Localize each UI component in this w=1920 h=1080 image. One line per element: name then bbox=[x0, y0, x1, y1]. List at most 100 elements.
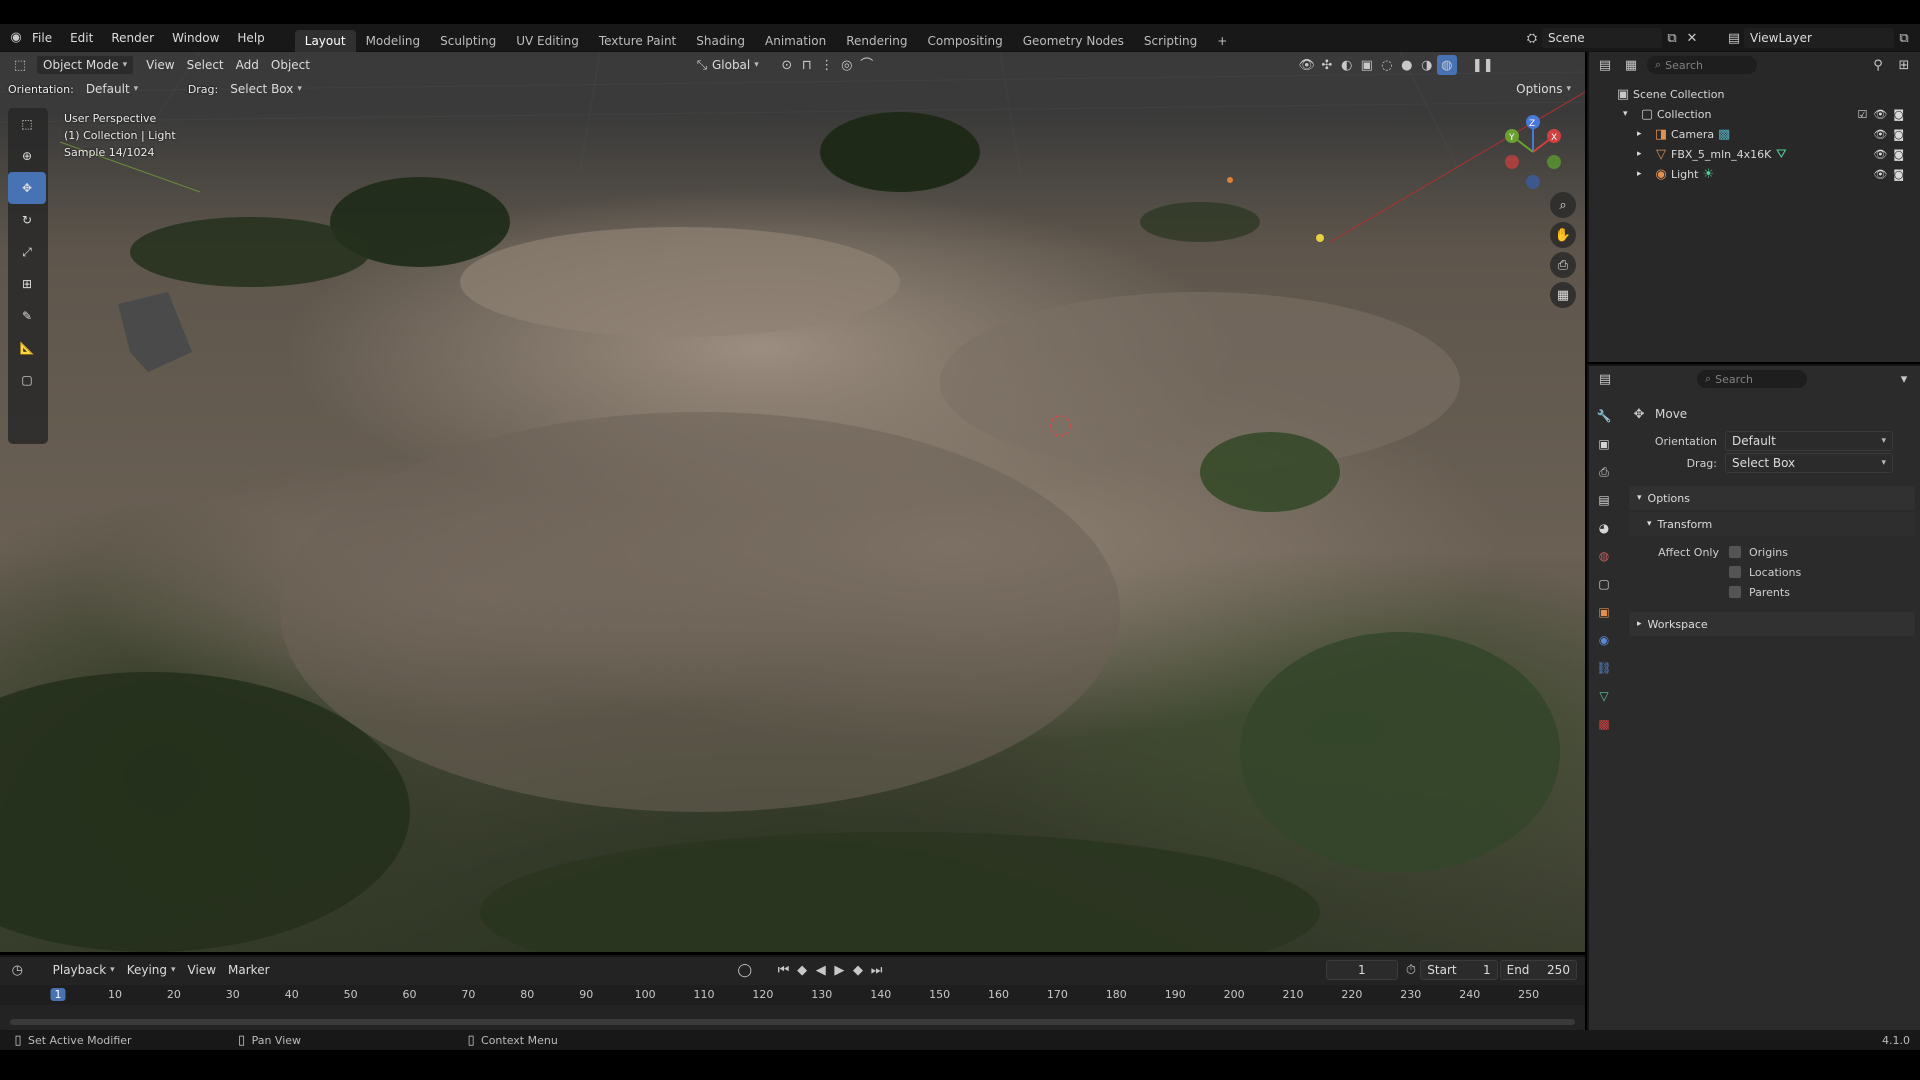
measure-tool[interactable]: 📐 bbox=[8, 332, 46, 364]
properties-search-input[interactable]: ⌕ Search bbox=[1697, 370, 1807, 388]
outliner-item-camera[interactable]: ▸ ◨ Camera ▩ 👁◙ bbox=[1613, 124, 1920, 144]
menu-add[interactable]: Add bbox=[230, 55, 265, 75]
frame-ruler[interactable]: 1 10 20 30 40 50 60 70 80 90 100 110 120 130 140 150 160… bbox=[0, 985, 1585, 1005]
pause-render-icon[interactable]: ❚❚ bbox=[1472, 55, 1494, 75]
transform-orientation-selector[interactable]: ⤡ Global ▾ bbox=[686, 55, 765, 75]
current-frame-field[interactable]: 1 bbox=[1325, 960, 1398, 980]
add-cube-tool[interactable]: ▢ bbox=[8, 364, 46, 396]
collection-row[interactable]: ▾ ▢ Collection ☑👁◙ bbox=[1613, 104, 1920, 124]
snap-target-icon[interactable]: ⋮ bbox=[817, 55, 837, 75]
add-workspace-button[interactable]: + bbox=[1207, 30, 1237, 52]
output-tab-icon[interactable]: ⎙ bbox=[1589, 458, 1619, 486]
select-box-tool[interactable]: ⬚ bbox=[8, 108, 46, 140]
camera-toggles[interactable]: 👁◙ bbox=[1873, 128, 1910, 141]
jump-start-icon[interactable]: ⏮ bbox=[774, 960, 793, 980]
3d-viewport[interactable]: User Perspective (1) Collection | Light … bbox=[0, 52, 1585, 952]
tool-tab-icon[interactable]: 🔧 bbox=[1589, 402, 1619, 430]
tool-drag-dropdown[interactable]: Select Box ▾ bbox=[1725, 453, 1893, 473]
scene-name-field[interactable]: Scene bbox=[1542, 28, 1662, 48]
annotate-tool[interactable]: ✎ bbox=[8, 300, 46, 332]
tab-uv-editing[interactable]: UV Editing bbox=[506, 30, 589, 52]
menu-help[interactable]: Help bbox=[231, 28, 270, 48]
mode-selector[interactable]: Object Mode ▾ bbox=[36, 55, 135, 75]
clock-icon[interactable]: ⏱ bbox=[1402, 960, 1421, 980]
editor-type-icon[interactable]: ⬚ bbox=[10, 55, 30, 75]
next-keyframe-icon[interactable]: ◆ bbox=[849, 960, 868, 980]
copy-scene-icon[interactable]: ⧉ bbox=[1662, 28, 1682, 48]
start-frame-field[interactable]: Start 1 bbox=[1420, 960, 1498, 980]
wireframe-shading-icon[interactable]: ◌ bbox=[1377, 55, 1397, 75]
tab-modeling[interactable]: Modeling bbox=[356, 30, 431, 52]
menu-object[interactable]: Object bbox=[265, 55, 316, 75]
material-shading-icon[interactable]: ◑ bbox=[1417, 55, 1437, 75]
options-section-header[interactable]: ▾ Options bbox=[1629, 486, 1915, 510]
scale-tool[interactable]: ⤢ bbox=[8, 236, 46, 268]
tab-rendering[interactable]: Rendering bbox=[836, 30, 917, 52]
jump-end-icon[interactable]: ⏭ bbox=[867, 960, 886, 980]
chevron-right-icon[interactable]: ▸ bbox=[1637, 149, 1651, 159]
tab-geometry-nodes[interactable]: Geometry Nodes bbox=[1013, 30, 1134, 52]
rotate-tool[interactable]: ↻ bbox=[8, 204, 46, 236]
new-collection-icon[interactable]: ⊞ bbox=[1894, 55, 1914, 75]
physics-tab-icon[interactable]: ◉ bbox=[1589, 626, 1619, 654]
editor-type-icon[interactable]: ◷ bbox=[8, 960, 27, 980]
workspace-section-header[interactable]: ▸ Workspace bbox=[1629, 612, 1915, 636]
pivot-icon[interactable]: ⊙ bbox=[777, 55, 797, 75]
world-tab-icon[interactable]: ◍ bbox=[1589, 542, 1619, 570]
chevron-right-icon[interactable]: ▸ bbox=[1637, 169, 1651, 179]
prev-keyframe-icon[interactable]: ◆ bbox=[793, 960, 812, 980]
visibility-icon[interactable]: 👁 bbox=[1297, 55, 1317, 75]
menu-marker[interactable]: Marker bbox=[222, 960, 275, 980]
overlay-toggle-icon[interactable]: ◐ bbox=[1337, 55, 1357, 75]
menu-timeline-view[interactable]: View bbox=[182, 960, 222, 980]
tab-texture-paint[interactable]: Texture Paint bbox=[589, 30, 686, 52]
parents-checkbox[interactable] bbox=[1729, 586, 1741, 598]
options-dropdown[interactable]: Options ▾ bbox=[1510, 79, 1577, 99]
end-frame-field[interactable]: End 250 bbox=[1499, 960, 1577, 980]
display-mode-icon[interactable]: ▦ bbox=[1621, 55, 1641, 75]
tab-layout[interactable]: Layout bbox=[294, 29, 356, 52]
menu-window[interactable]: Window bbox=[166, 28, 225, 48]
move-tool[interactable]: ✥ bbox=[8, 172, 46, 204]
view-layer-tab-icon[interactable]: ▤ bbox=[1589, 486, 1619, 514]
origins-checkbox[interactable] bbox=[1729, 546, 1741, 558]
close-view-layer-icon[interactable]: ✕ bbox=[1914, 28, 1920, 48]
snap-icon[interactable]: ⊓ bbox=[797, 55, 817, 75]
collection-toggles[interactable]: ☑👁◙ bbox=[1858, 108, 1911, 121]
tab-shading[interactable]: Shading bbox=[686, 30, 755, 52]
outliner-item-mesh[interactable]: ▸ ▽ FBX_5_mln_4x16K ⛛ 👁◙ bbox=[1613, 144, 1920, 164]
close-scene-icon[interactable]: ✕ bbox=[1682, 28, 1702, 48]
pan-hand-icon[interactable]: ✋ bbox=[1550, 222, 1576, 248]
constraints-tab-icon[interactable]: ⛓ bbox=[1589, 654, 1619, 682]
outliner-item-light[interactable]: ▸ ◉ Light ☀ 👁◙ bbox=[1613, 164, 1920, 184]
collection-tab-icon[interactable]: ▢ bbox=[1589, 570, 1619, 598]
rendered-shading-icon[interactable]: ◍ bbox=[1436, 55, 1457, 75]
scene-tab-icon[interactable]: ◕ bbox=[1589, 514, 1619, 542]
data-tab-icon[interactable]: ▽ bbox=[1589, 682, 1619, 710]
menu-keying[interactable]: Keying ▾ bbox=[121, 960, 182, 980]
scene-collection-row[interactable]: ▣ Scene Collection bbox=[1613, 84, 1920, 104]
timeline-scrollbar[interactable] bbox=[10, 1019, 1575, 1025]
record-icon[interactable]: ◯ bbox=[736, 960, 755, 980]
menu-edit[interactable]: Edit bbox=[64, 28, 99, 48]
tab-scripting[interactable]: Scripting bbox=[1134, 30, 1207, 52]
tab-animation[interactable]: Animation bbox=[755, 30, 836, 52]
solid-shading-icon[interactable]: ● bbox=[1397, 55, 1417, 75]
tab-compositing[interactable]: Compositing bbox=[917, 30, 1012, 52]
falloff-icon[interactable]: ⌒ bbox=[857, 55, 877, 75]
menu-select[interactable]: Select bbox=[181, 55, 230, 75]
menu-playback[interactable]: Playback ▾ bbox=[47, 960, 121, 980]
menu-render[interactable]: Render bbox=[105, 28, 160, 48]
light-toggles[interactable]: 👁◙ bbox=[1873, 168, 1910, 181]
play-icon[interactable]: ▶ bbox=[830, 960, 849, 980]
filter-icon[interactable]: ⚲ bbox=[1868, 55, 1888, 75]
proportional-edit-icon[interactable]: ◎ bbox=[837, 55, 857, 75]
tab-sculpting[interactable]: Sculpting bbox=[430, 30, 506, 52]
locations-checkbox[interactable] bbox=[1729, 566, 1741, 578]
object-tab-icon[interactable]: ▣ bbox=[1589, 598, 1619, 626]
zoom-icon[interactable]: ⌕ bbox=[1550, 192, 1576, 218]
perspective-grid-icon[interactable]: ▦ bbox=[1550, 282, 1576, 308]
view-layer-field[interactable]: ViewLayer bbox=[1744, 28, 1894, 48]
navigation-gizmo[interactable]: Z X Y bbox=[1496, 114, 1570, 190]
orientation-dropdown[interactable]: Default ▾ bbox=[80, 79, 174, 99]
